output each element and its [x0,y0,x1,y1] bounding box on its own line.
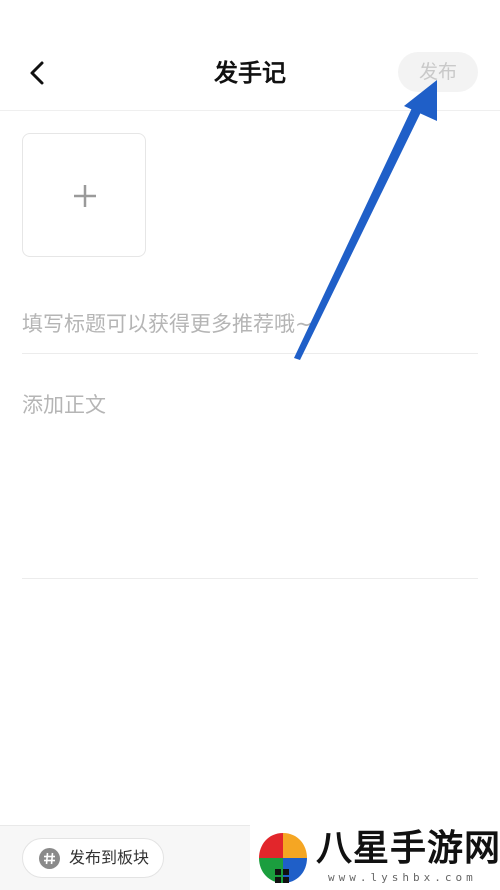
divider [22,578,478,579]
title-input[interactable]: 填写标题可以获得更多推荐哦~ [22,306,478,342]
board-label: 发布到板块 [69,848,150,867]
divider [22,353,478,354]
watermark: 八星手游网 www.lyshbx.com [250,825,500,889]
watermark-logo-icon [259,833,307,883]
top-nav-bar: 发手记 发布 [0,0,500,111]
watermark-url: www.lyshbx.com [328,871,477,884]
watermark-text: 八星手游网 [316,828,500,869]
add-image-button[interactable] [22,133,146,257]
plus-icon [74,185,96,207]
bottom-toolbar: 发布到板块 [0,825,250,890]
publish-to-board-button[interactable]: 发布到板块 [22,838,164,878]
body-input[interactable]: 添加正文 [22,387,478,567]
hash-icon [39,848,60,869]
publish-button[interactable]: 发布 [398,52,478,92]
